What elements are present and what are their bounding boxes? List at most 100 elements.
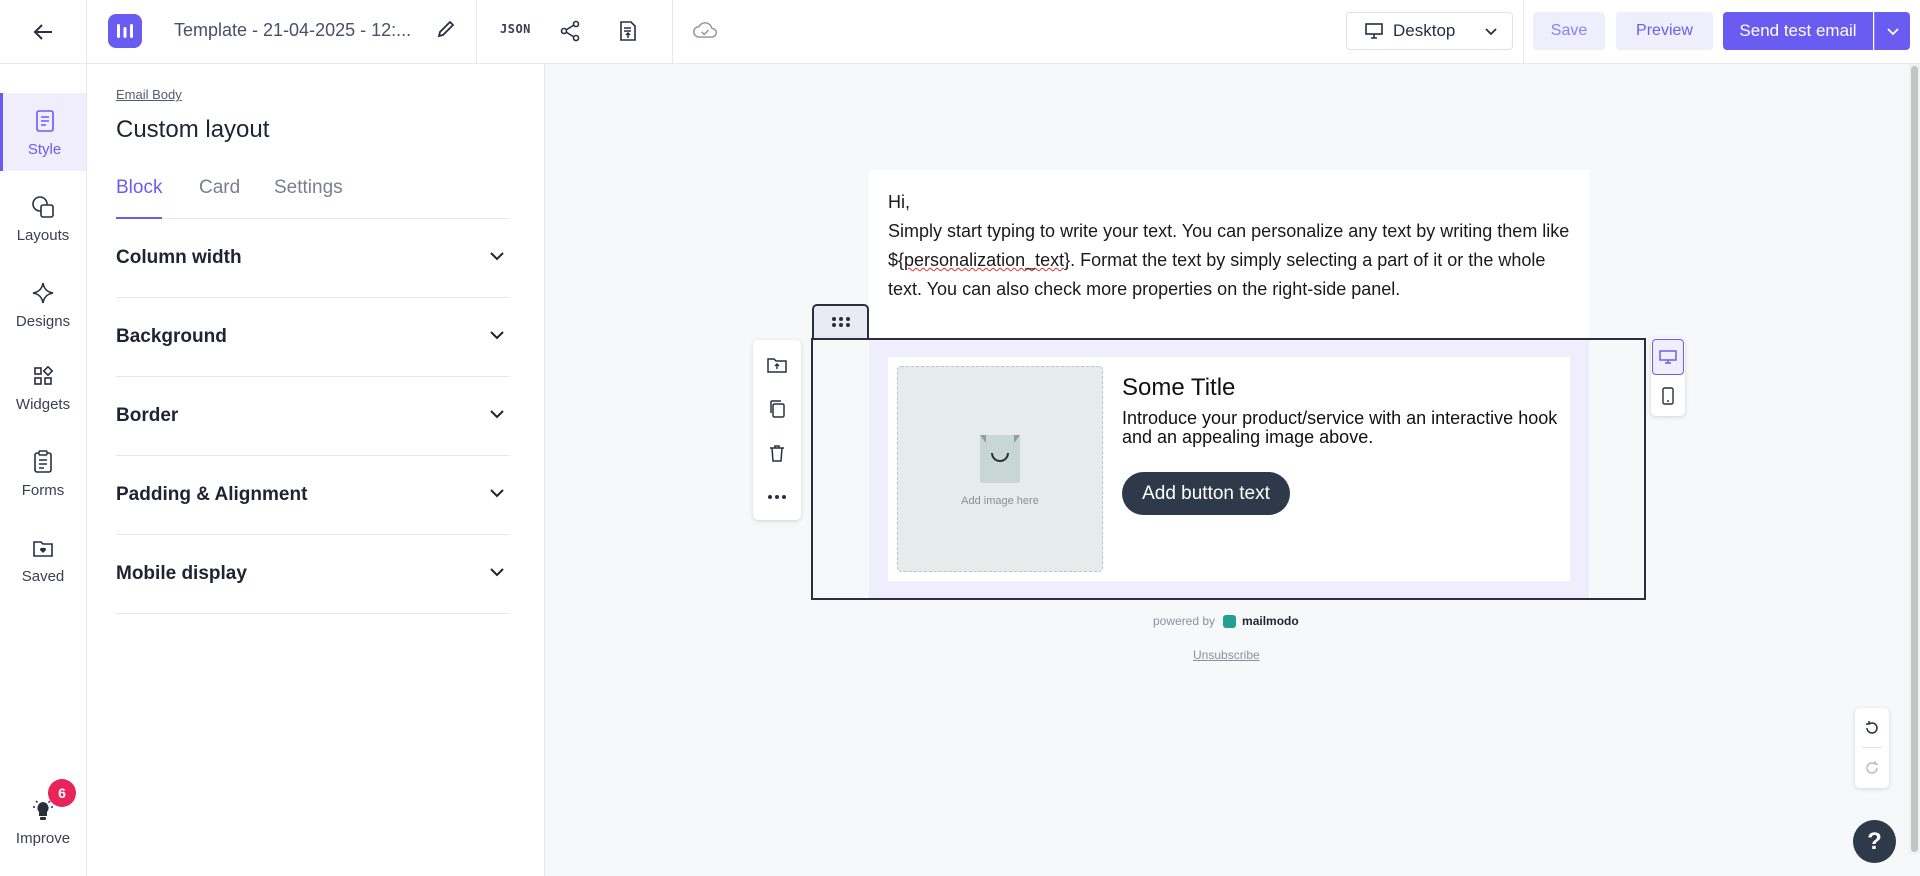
accordion-label: Padding & Alignment: [116, 484, 308, 505]
layouts-icon: [29, 193, 57, 221]
history-controls: [1855, 708, 1889, 788]
mobile-icon: [1662, 387, 1674, 405]
divider: [672, 0, 673, 64]
json-button[interactable]: JSON: [500, 22, 531, 36]
save-block-button[interactable]: [765, 353, 789, 377]
shopping-bag-icon: [980, 435, 1020, 483]
undo-button[interactable]: [1860, 716, 1884, 740]
document-upload-icon: [620, 21, 636, 41]
trash-icon: [770, 445, 784, 462]
back-button[interactable]: [0, 0, 87, 64]
app-logo: [108, 14, 142, 48]
accordion-label: Column width: [116, 247, 242, 268]
rail-item-saved[interactable]: Saved: [0, 520, 86, 598]
greeting-text: Hi,: [888, 192, 910, 212]
notification-badge: 6: [48, 779, 76, 807]
tab-settings[interactable]: Settings: [274, 177, 343, 219]
chevron-down-icon: [490, 568, 504, 577]
accordion-label: Border: [116, 405, 179, 426]
chevron-down-icon: [1886, 28, 1899, 36]
rail-item-label: Designs: [15, 312, 71, 330]
copy-icon: [770, 400, 785, 418]
more-options-button[interactable]: [765, 485, 789, 509]
chevron-down-icon: [490, 489, 504, 498]
image-placeholder[interactable]: Add image here: [897, 366, 1103, 572]
export-doc-button[interactable]: [615, 18, 641, 44]
share-button[interactable]: [557, 18, 583, 44]
duplicate-block-button[interactable]: [765, 397, 789, 421]
scrollbar-thumb[interactable]: [1911, 66, 1918, 852]
divider: [1862, 747, 1882, 748]
send-test-email-button[interactable]: Send test email: [1723, 12, 1873, 50]
card-description[interactable]: Introduce your product/service with an i…: [1122, 409, 1562, 447]
arrow-left-icon: [33, 24, 52, 40]
properties-panel: Email Body Custom layout Block Card Sett…: [87, 64, 545, 876]
more-dots-icon: [768, 495, 786, 499]
rail-item-label: Saved: [21, 567, 65, 585]
powered-by: powered by mailmodo: [1153, 614, 1299, 628]
save-button[interactable]: Save: [1533, 12, 1605, 50]
help-button[interactable]: ?: [1853, 820, 1896, 863]
block-device-toggle: [1651, 338, 1685, 416]
breadcrumb[interactable]: Email Body: [116, 87, 182, 102]
edit-title-button[interactable]: [436, 19, 460, 43]
card-cta-button[interactable]: Add button text: [1122, 472, 1290, 515]
rail-item-designs[interactable]: Designs: [0, 265, 86, 343]
cloud-status: [692, 18, 718, 44]
accordion-border[interactable]: Border: [116, 377, 510, 456]
block-toolbar: [753, 340, 801, 520]
device-select-value: Desktop: [1393, 21, 1456, 40]
desktop-icon: [1365, 23, 1383, 39]
saved-folder-icon: [29, 534, 57, 562]
panel-title: Custom layout: [116, 116, 270, 143]
mailmodo-logo-icon: [117, 24, 133, 38]
rail-item-layouts[interactable]: Layouts: [0, 179, 86, 257]
chevron-down-icon: [490, 331, 504, 340]
tab-card[interactable]: Card: [199, 177, 240, 219]
unsubscribe-link[interactable]: Unsubscribe: [1193, 648, 1260, 662]
redo-icon: [1866, 761, 1878, 774]
redo-button[interactable]: [1860, 756, 1884, 780]
rail-item-label: Style: [27, 140, 62, 158]
desktop-icon: [1659, 350, 1677, 364]
send-options-dropdown[interactable]: [1874, 12, 1910, 50]
rail-item-label: Forms: [21, 481, 65, 499]
chevron-down-icon: [1485, 28, 1497, 36]
accordion-mobile-display[interactable]: Mobile display: [116, 535, 510, 614]
chevron-down-icon: [490, 410, 504, 419]
style-icon: [31, 107, 59, 135]
accordion-padding-alignment[interactable]: Padding & Alignment: [116, 456, 510, 535]
drag-handle[interactable]: [812, 304, 869, 338]
panel-tabs: Block Card Settings: [116, 177, 510, 219]
mailmodo-logo-icon: [1223, 614, 1237, 628]
folder-save-icon: [767, 358, 787, 373]
text-block-content[interactable]: Hi, Simply start typing to write your te…: [888, 188, 1578, 304]
template-title[interactable]: Template - 21-04-2025 - 12:...: [174, 20, 414, 41]
top-bar: Template - 21-04-2025 - 12:... JSON Desk…: [0, 0, 1920, 64]
tab-block[interactable]: Block: [116, 177, 163, 219]
divider: [1523, 0, 1524, 64]
rail-item-style[interactable]: Style: [0, 93, 86, 171]
brand-name: mailmodo: [1242, 614, 1299, 628]
undo-icon: [1866, 721, 1878, 734]
forms-icon: [29, 448, 57, 476]
card-title[interactable]: Some Title: [1122, 374, 1235, 402]
delete-block-button[interactable]: [765, 441, 789, 465]
powered-by-label: powered by: [1153, 614, 1216, 628]
accordion-column-width[interactable]: Column width: [116, 219, 510, 298]
preview-button[interactable]: Preview: [1616, 12, 1713, 50]
personalization-token: personalization_text: [904, 250, 1065, 270]
body-text: Simply start typing to write your text. …: [888, 221, 1570, 299]
share-icon: [560, 20, 580, 42]
rail-item-improve[interactable]: Improve 6: [0, 776, 86, 866]
mobile-view-button[interactable]: [1652, 378, 1684, 414]
rail-item-widgets[interactable]: Widgets: [0, 348, 86, 426]
desktop-view-button[interactable]: [1652, 339, 1684, 375]
divider: [476, 0, 477, 64]
rail-item-label: Widgets: [15, 395, 71, 413]
accordion-background[interactable]: Background: [116, 298, 510, 377]
device-select[interactable]: Desktop: [1346, 12, 1513, 50]
cloud-check-icon: [693, 22, 717, 38]
rail-item-forms[interactable]: Forms: [0, 434, 86, 512]
accordion-label: Background: [116, 326, 227, 347]
